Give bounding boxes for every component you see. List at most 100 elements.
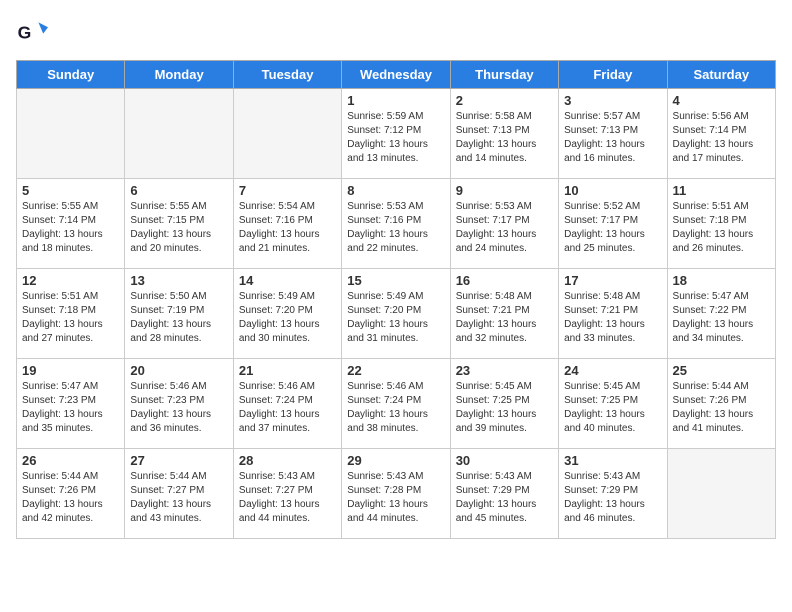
day-info: Sunrise: 5:43 AM Sunset: 7:27 PM Dayligh…: [239, 470, 336, 526]
calendar-cell: 4 Sunrise: 5:56 AM Sunset: 7:14 PM Daylig…: [667, 89, 775, 179]
day-info: Sunrise: 5:43 AM Sunset: 7:29 PM Dayligh…: [456, 470, 553, 526]
calendar-cell: 24 Sunrise: 5:45 AM Sunset: 7:25 PM Dayli…: [559, 359, 667, 449]
calendar-cell: 16Sunrise: 5:48 AM Sunset: 7:21 PM Dayli…: [450, 269, 558, 359]
day-info: Sunrise: 5:49 AM Sunset: 7:20 PM Dayligh…: [239, 290, 336, 346]
day-number: 11: [673, 183, 770, 198]
day-number: 1: [347, 93, 444, 108]
calendar-cell: 31 Sunrise: 5:43 AM Sunset: 7:29 PM Dayli…: [559, 449, 667, 539]
day-info: Sunrise: 5:51 AM Sunset: 7:18 PM Dayligh…: [673, 200, 770, 256]
calendar-cell: 22Sunrise: 5:46 AM Sunset: 7:24 PM Dayli…: [342, 359, 450, 449]
day-number: 31: [564, 453, 661, 468]
day-number: 17: [564, 273, 661, 288]
logo: G: [16, 16, 54, 48]
calendar-cell: 23 Sunrise: 5:45 AM Sunset: 7:25 PM Dayli…: [450, 359, 558, 449]
day-info: Sunrise: 5:56 AM Sunset: 7:14 PM Dayligh…: [673, 110, 770, 166]
calendar-cell: 29 Sunrise: 5:43 AM Sunset: 7:28 PM Dayli…: [342, 449, 450, 539]
logo-icon: G: [16, 16, 48, 48]
calendar-cell: [125, 89, 233, 179]
day-info: Sunrise: 5:43 AM Sunset: 7:28 PM Dayligh…: [347, 470, 444, 526]
weekday-header-tuesday: Tuesday: [233, 61, 341, 89]
day-number: 5: [22, 183, 119, 198]
calendar-week-2: 12Sunrise: 5:51 AM Sunset: 7:18 PM Dayli…: [17, 269, 776, 359]
day-info: Sunrise: 5:51 AM Sunset: 7:18 PM Dayligh…: [22, 290, 119, 346]
calendar-cell: [17, 89, 125, 179]
calendar-cell: 10 Sunrise: 5:52 AM Sunset: 7:17 PM Dayli…: [559, 179, 667, 269]
day-info: Sunrise: 5:48 AM Sunset: 7:21 PM Dayligh…: [456, 290, 553, 346]
day-number: 19: [22, 363, 119, 378]
day-info: Sunrise: 5:44 AM Sunset: 7:27 PM Dayligh…: [130, 470, 227, 526]
weekday-header-thursday: Thursday: [450, 61, 558, 89]
day-info: Sunrise: 5:53 AM Sunset: 7:17 PM Dayligh…: [456, 200, 553, 256]
day-info: Sunrise: 5:44 AM Sunset: 7:26 PM Dayligh…: [22, 470, 119, 526]
calendar-cell: 5 Sunrise: 5:55 AM Sunset: 7:14 PM Daylig…: [17, 179, 125, 269]
day-info: Sunrise: 5:48 AM Sunset: 7:21 PM Dayligh…: [564, 290, 661, 346]
day-info: Sunrise: 5:47 AM Sunset: 7:22 PM Dayligh…: [673, 290, 770, 346]
day-info: Sunrise: 5:52 AM Sunset: 7:17 PM Dayligh…: [564, 200, 661, 256]
calendar-week-1: 5 Sunrise: 5:55 AM Sunset: 7:14 PM Daylig…: [17, 179, 776, 269]
day-info: Sunrise: 5:53 AM Sunset: 7:16 PM Dayligh…: [347, 200, 444, 256]
day-number: 4: [673, 93, 770, 108]
day-number: 3: [564, 93, 661, 108]
day-info: Sunrise: 5:55 AM Sunset: 7:15 PM Dayligh…: [130, 200, 227, 256]
day-number: 24: [564, 363, 661, 378]
day-info: Sunrise: 5:49 AM Sunset: 7:20 PM Dayligh…: [347, 290, 444, 346]
day-info: Sunrise: 5:46 AM Sunset: 7:23 PM Dayligh…: [130, 380, 227, 436]
day-info: Sunrise: 5:45 AM Sunset: 7:25 PM Dayligh…: [564, 380, 661, 436]
day-number: 20: [130, 363, 227, 378]
calendar-cell: 17 Sunrise: 5:48 AM Sunset: 7:21 PM Dayli…: [559, 269, 667, 359]
day-number: 6: [130, 183, 227, 198]
header: G: [16, 16, 776, 48]
calendar-cell: 20 Sunrise: 5:46 AM Sunset: 7:23 PM Dayli…: [125, 359, 233, 449]
day-number: 21: [239, 363, 336, 378]
day-info: Sunrise: 5:45 AM Sunset: 7:25 PM Dayligh…: [456, 380, 553, 436]
calendar-week-0: 1 Sunrise: 5:59 AM Sunset: 7:12 PM Daylig…: [17, 89, 776, 179]
day-info: Sunrise: 5:58 AM Sunset: 7:13 PM Dayligh…: [456, 110, 553, 166]
calendar-cell: 11 Sunrise: 5:51 AM Sunset: 7:18 PM Dayli…: [667, 179, 775, 269]
day-number: 25: [673, 363, 770, 378]
calendar-cell: [233, 89, 341, 179]
day-info: Sunrise: 5:55 AM Sunset: 7:14 PM Dayligh…: [22, 200, 119, 256]
day-number: 26: [22, 453, 119, 468]
day-number: 27: [130, 453, 227, 468]
calendar-cell: 2 Sunrise: 5:58 AM Sunset: 7:13 PM Daylig…: [450, 89, 558, 179]
weekday-header-saturday: Saturday: [667, 61, 775, 89]
day-info: Sunrise: 5:50 AM Sunset: 7:19 PM Dayligh…: [130, 290, 227, 346]
day-number: 9: [456, 183, 553, 198]
calendar-cell: 7 Sunrise: 5:54 AM Sunset: 7:16 PM Daylig…: [233, 179, 341, 269]
day-number: 8: [347, 183, 444, 198]
day-number: 29: [347, 453, 444, 468]
day-number: 28: [239, 453, 336, 468]
day-info: Sunrise: 5:54 AM Sunset: 7:16 PM Dayligh…: [239, 200, 336, 256]
calendar-cell: 6 Sunrise: 5:55 AM Sunset: 7:15 PM Daylig…: [125, 179, 233, 269]
calendar-cell: [667, 449, 775, 539]
calendar-cell: 1 Sunrise: 5:59 AM Sunset: 7:12 PM Daylig…: [342, 89, 450, 179]
weekday-header-sunday: Sunday: [17, 61, 125, 89]
day-info: Sunrise: 5:44 AM Sunset: 7:26 PM Dayligh…: [673, 380, 770, 436]
calendar-cell: 27 Sunrise: 5:44 AM Sunset: 7:27 PM Dayli…: [125, 449, 233, 539]
calendar-cell: 26 Sunrise: 5:44 AM Sunset: 7:26 PM Dayli…: [17, 449, 125, 539]
day-number: 15: [347, 273, 444, 288]
day-number: 2: [456, 93, 553, 108]
day-info: Sunrise: 5:46 AM Sunset: 7:24 PM Dayligh…: [347, 380, 444, 436]
day-number: 10: [564, 183, 661, 198]
calendar-cell: 30Sunrise: 5:43 AM Sunset: 7:29 PM Dayli…: [450, 449, 558, 539]
day-number: 23: [456, 363, 553, 378]
day-info: Sunrise: 5:43 AM Sunset: 7:29 PM Dayligh…: [564, 470, 661, 526]
day-info: Sunrise: 5:57 AM Sunset: 7:13 PM Dayligh…: [564, 110, 661, 166]
day-number: 7: [239, 183, 336, 198]
calendar-cell: 12Sunrise: 5:51 AM Sunset: 7:18 PM Dayli…: [17, 269, 125, 359]
day-number: 14: [239, 273, 336, 288]
weekday-header-row: SundayMondayTuesdayWednesdayThursdayFrid…: [17, 61, 776, 89]
day-number: 18: [673, 273, 770, 288]
calendar-cell: 13 Sunrise: 5:50 AM Sunset: 7:19 PM Dayli…: [125, 269, 233, 359]
calendar-week-3: 19Sunrise: 5:47 AM Sunset: 7:23 PM Dayli…: [17, 359, 776, 449]
calendar-cell: 19Sunrise: 5:47 AM Sunset: 7:23 PM Dayli…: [17, 359, 125, 449]
calendar-cell: 15 Sunrise: 5:49 AM Sunset: 7:20 PM Dayli…: [342, 269, 450, 359]
day-number: 13: [130, 273, 227, 288]
calendar-cell: 8 Sunrise: 5:53 AM Sunset: 7:16 PM Daylig…: [342, 179, 450, 269]
calendar-cell: 18 Sunrise: 5:47 AM Sunset: 7:22 PM Dayli…: [667, 269, 775, 359]
calendar-cell: 25 Sunrise: 5:44 AM Sunset: 7:26 PM Dayli…: [667, 359, 775, 449]
day-info: Sunrise: 5:59 AM Sunset: 7:12 PM Dayligh…: [347, 110, 444, 166]
svg-text:G: G: [18, 22, 32, 42]
weekday-header-friday: Friday: [559, 61, 667, 89]
